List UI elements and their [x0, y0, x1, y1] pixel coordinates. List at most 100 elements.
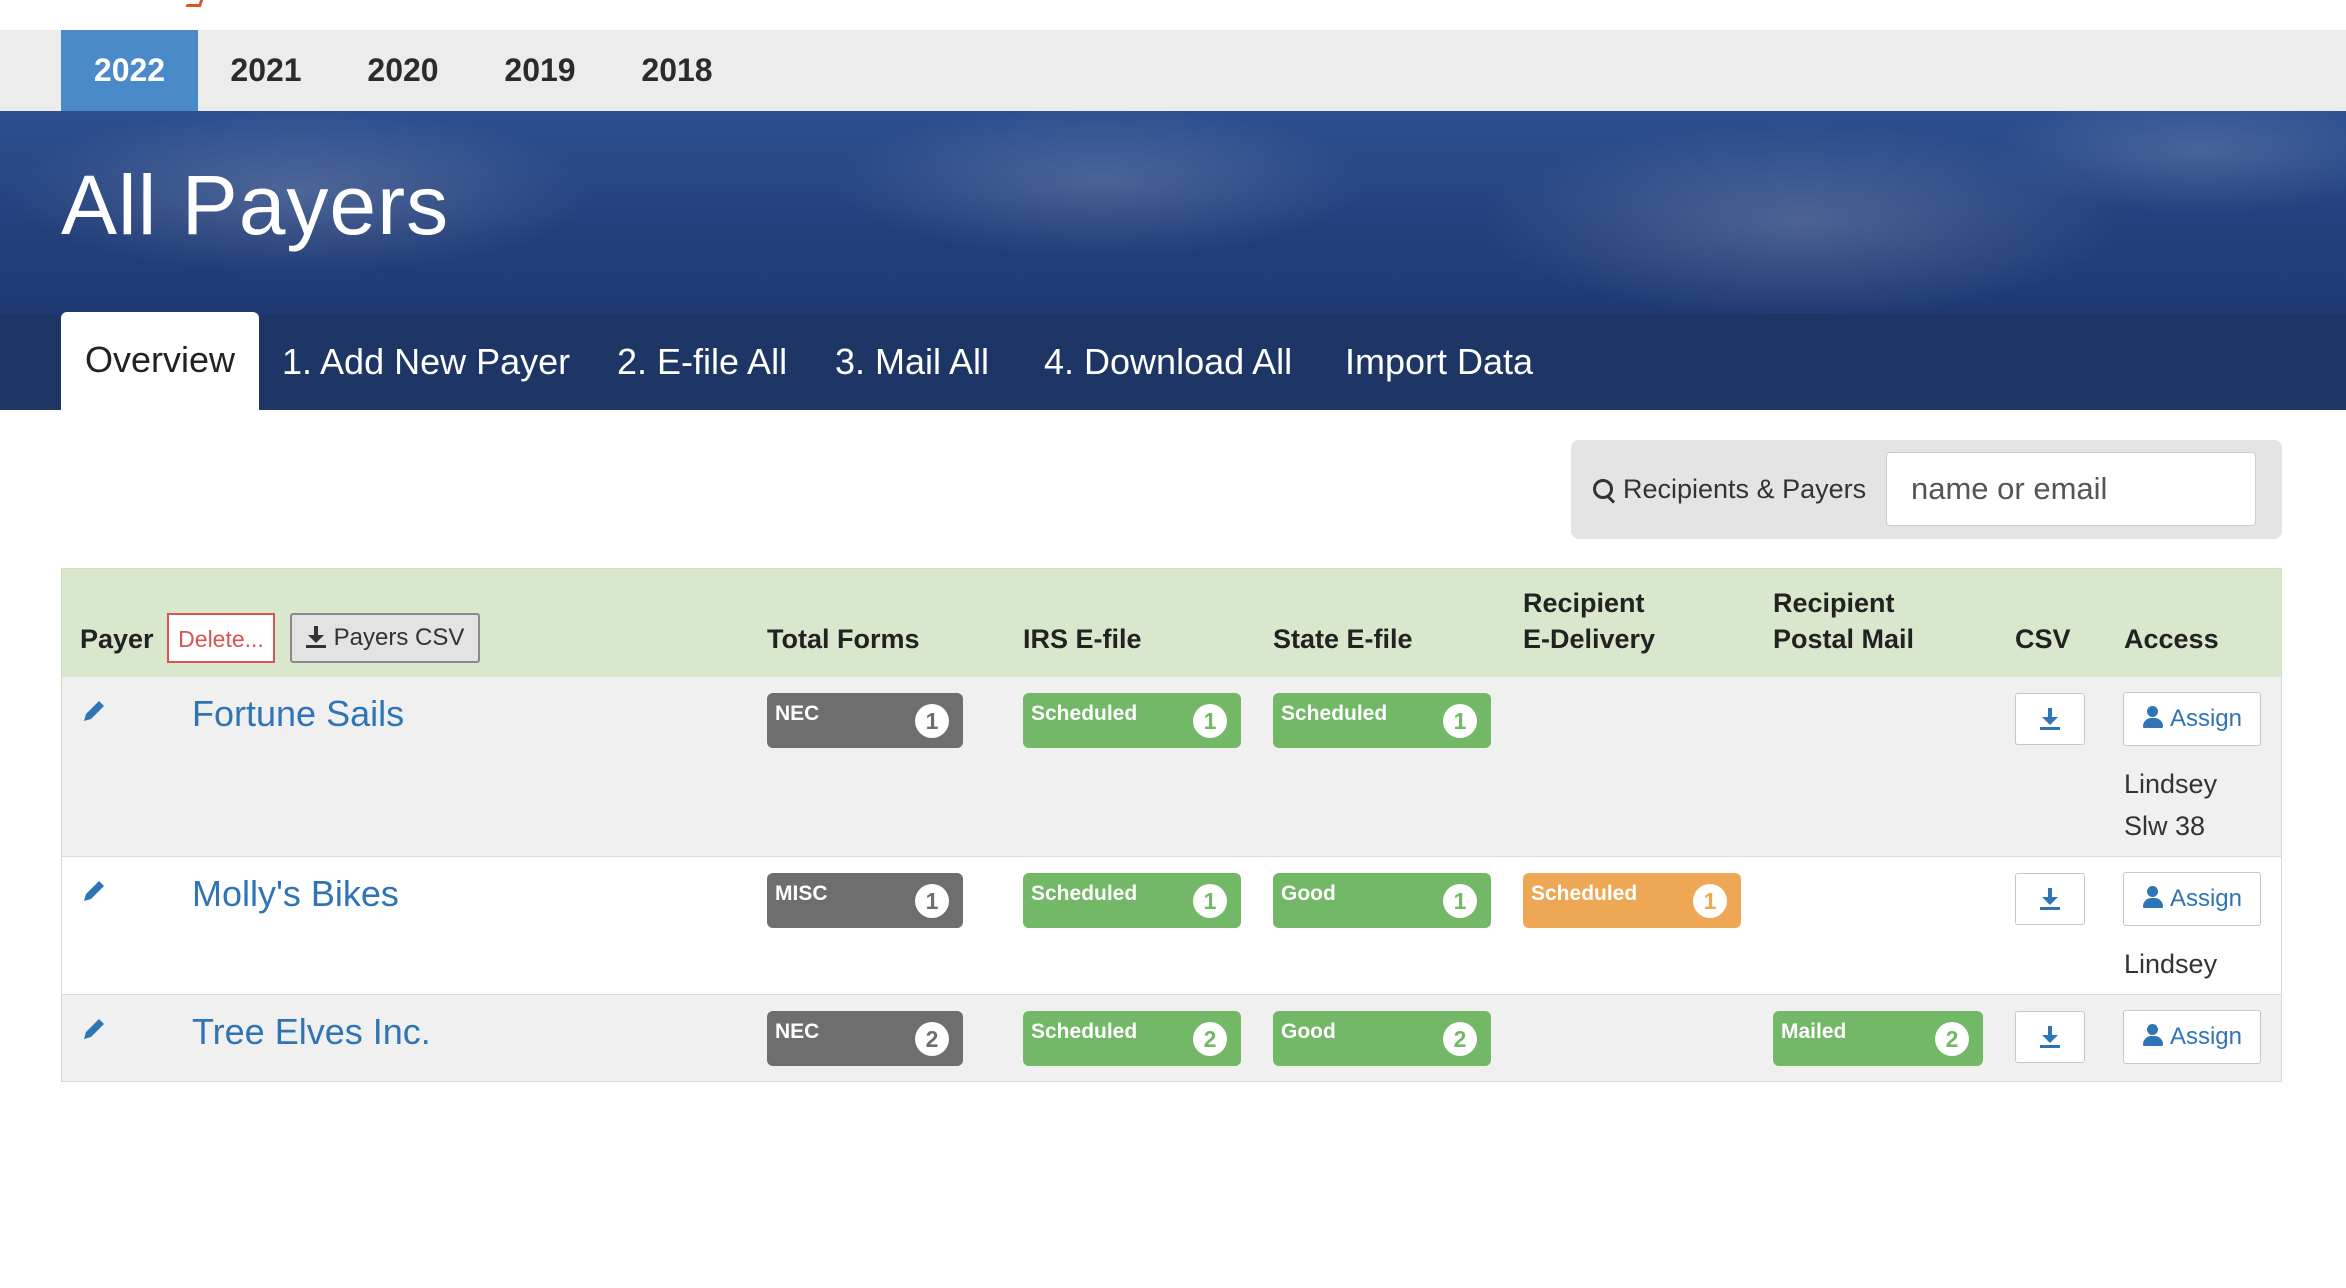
year-tab-2018[interactable]: 2018 [623, 30, 731, 111]
state-status-label: Good [1281, 882, 1336, 905]
irs-status-badge[interactable]: Scheduled 1 [1023, 693, 1241, 748]
page-header: All Payers [0, 111, 2346, 314]
irs-status-count: 2 [1193, 1022, 1227, 1056]
header-irs-efile: IRS E-file [1023, 624, 1142, 654]
tab-add-new-payer[interactable]: 1. Add New Payer [282, 314, 570, 410]
edit-pencil-icon[interactable] [80, 697, 108, 725]
irs-status-label: Scheduled [1031, 882, 1138, 905]
header-access: Access [2124, 624, 2219, 654]
postal-status-label: Mailed [1781, 1020, 1847, 1043]
forms-badge[interactable]: MISC 1 [767, 873, 963, 928]
payers-csv-label: Payers CSV [333, 624, 465, 651]
edelivery-status-label: Scheduled [1531, 882, 1638, 905]
assign-button[interactable]: Assign [2123, 872, 2261, 926]
search-label: Recipients & Payers [1593, 440, 1866, 539]
edelivery-status-count: 1 [1693, 884, 1727, 918]
csv-download-button[interactable] [2015, 1011, 2085, 1063]
payers-csv-button[interactable]: Payers CSV [290, 613, 480, 663]
section-nav: Overview 1. Add New Payer 2. E-file All … [0, 312, 2346, 410]
forms-badge-label: NEC [775, 1020, 820, 1043]
irs-status-label: Scheduled [1031, 1020, 1138, 1043]
payer-name-link[interactable]: Fortune Sails [192, 693, 404, 735]
state-status-count: 1 [1443, 884, 1477, 918]
header-total-forms: Total Forms [767, 624, 920, 654]
forms-badge-label: MISC [775, 882, 828, 905]
header-recipient-edelivery-line1: Recipient [1523, 588, 1645, 618]
forms-badge-count: 1 [915, 884, 949, 918]
assign-button[interactable]: Assign [2123, 692, 2261, 746]
header-state-efile: State E-file [1273, 624, 1413, 654]
download-icon [2040, 1026, 2060, 1048]
payers-table: Payer Delete... Payers CSV Total Forms I… [61, 568, 2282, 1082]
download-icon [2040, 708, 2060, 730]
table-row: Molly's Bikes MISC 1 Scheduled 1 Good 1 Sch… [62, 857, 2281, 995]
irs-status-count: 1 [1193, 704, 1227, 738]
logo-fragment [185, 0, 206, 7]
forms-badge[interactable]: NEC 2 [767, 1011, 963, 1066]
user-icon [2142, 886, 2164, 908]
search-icon [1593, 479, 1615, 501]
tab-mail-all[interactable]: 3. Mail All [835, 314, 989, 410]
edit-pencil-icon[interactable] [80, 877, 108, 905]
year-tab-2022[interactable]: 2022 [61, 30, 198, 111]
tab-import-data[interactable]: Import Data [1345, 314, 1533, 410]
access-user: Slw 38 [2124, 811, 2206, 841]
header-recipient-postal: Recipient Postal Mail [1773, 585, 1914, 657]
table-row: Tree Elves Inc. NEC 2 Scheduled 2 Good 2 Ma… [62, 995, 2281, 1081]
assign-label: Assign [2169, 1023, 2243, 1050]
forms-badge-count: 1 [915, 704, 949, 738]
year-tab-2019[interactable]: 2019 [486, 30, 594, 111]
csv-download-button[interactable] [2015, 693, 2085, 745]
irs-status-badge[interactable]: Scheduled 2 [1023, 1011, 1241, 1066]
forms-badge-label: NEC [775, 702, 820, 725]
forms-badge-count: 2 [915, 1022, 949, 1056]
assign-button[interactable]: Assign [2123, 1010, 2261, 1064]
edelivery-status-badge[interactable]: Scheduled 1 [1523, 873, 1741, 928]
irs-status-badge[interactable]: Scheduled 1 [1023, 873, 1241, 928]
header-recipient-edelivery: Recipient E-Delivery [1523, 585, 1655, 657]
download-icon [2040, 888, 2060, 910]
page-title: All Payers [61, 158, 450, 252]
top-strip [0, 0, 2346, 30]
user-icon [2142, 706, 2164, 728]
state-status-label: Scheduled [1281, 702, 1388, 725]
search-label-text: Recipients & Payers [1623, 474, 1867, 504]
tab-overview[interactable]: Overview [61, 312, 260, 410]
tab-download-all[interactable]: 4. Download All [1044, 314, 1292, 410]
state-status-count: 2 [1443, 1022, 1477, 1056]
delete-button[interactable]: Delete... [167, 613, 275, 663]
year-tabs: 2022 2021 2020 2019 2018 [0, 30, 2346, 111]
state-status-count: 1 [1443, 704, 1477, 738]
year-tab-2020[interactable]: 2020 [349, 30, 457, 111]
year-tab-2021[interactable]: 2021 [212, 30, 320, 111]
download-icon [305, 626, 326, 648]
search-input[interactable] [1886, 452, 2256, 526]
access-user: Lindsey [2124, 949, 2218, 979]
user-icon [2142, 1024, 2164, 1046]
header-recipient-postal-line1: Recipient [1773, 588, 1895, 618]
tab-efile-all[interactable]: 2. E-file All [617, 314, 787, 410]
forms-badge[interactable]: NEC 1 [767, 693, 963, 748]
assign-label: Assign [2169, 705, 2243, 732]
search-panel: Recipients & Payers [1571, 440, 2282, 539]
access-user: Lindsey [2124, 769, 2218, 799]
header-csv: CSV [2015, 624, 2071, 654]
header-payer: Payer [80, 624, 154, 654]
edit-pencil-icon[interactable] [80, 1015, 108, 1043]
irs-status-label: Scheduled [1031, 702, 1138, 725]
header-recipient-edelivery-line2: E-Delivery [1523, 624, 1656, 654]
payer-name-link[interactable]: Tree Elves Inc. [192, 1011, 431, 1053]
state-status-badge[interactable]: Good 2 [1273, 1011, 1491, 1066]
state-status-label: Good [1281, 1020, 1336, 1043]
postal-status-badge[interactable]: Mailed 2 [1773, 1011, 1983, 1066]
postal-status-count: 2 [1935, 1022, 1969, 1056]
table-header: Payer Delete... Payers CSV Total Forms I… [62, 569, 2281, 677]
table-row: Fortune Sails NEC 1 Scheduled 1 Scheduled 1… [62, 677, 2281, 857]
header-recipient-postal-line2: Postal Mail [1773, 624, 1915, 654]
state-status-badge[interactable]: Scheduled 1 [1273, 693, 1491, 748]
csv-download-button[interactable] [2015, 873, 2085, 925]
irs-status-count: 1 [1193, 884, 1227, 918]
assign-label: Assign [2169, 885, 2243, 912]
state-status-badge[interactable]: Good 1 [1273, 873, 1491, 928]
payer-name-link[interactable]: Molly's Bikes [192, 873, 399, 915]
